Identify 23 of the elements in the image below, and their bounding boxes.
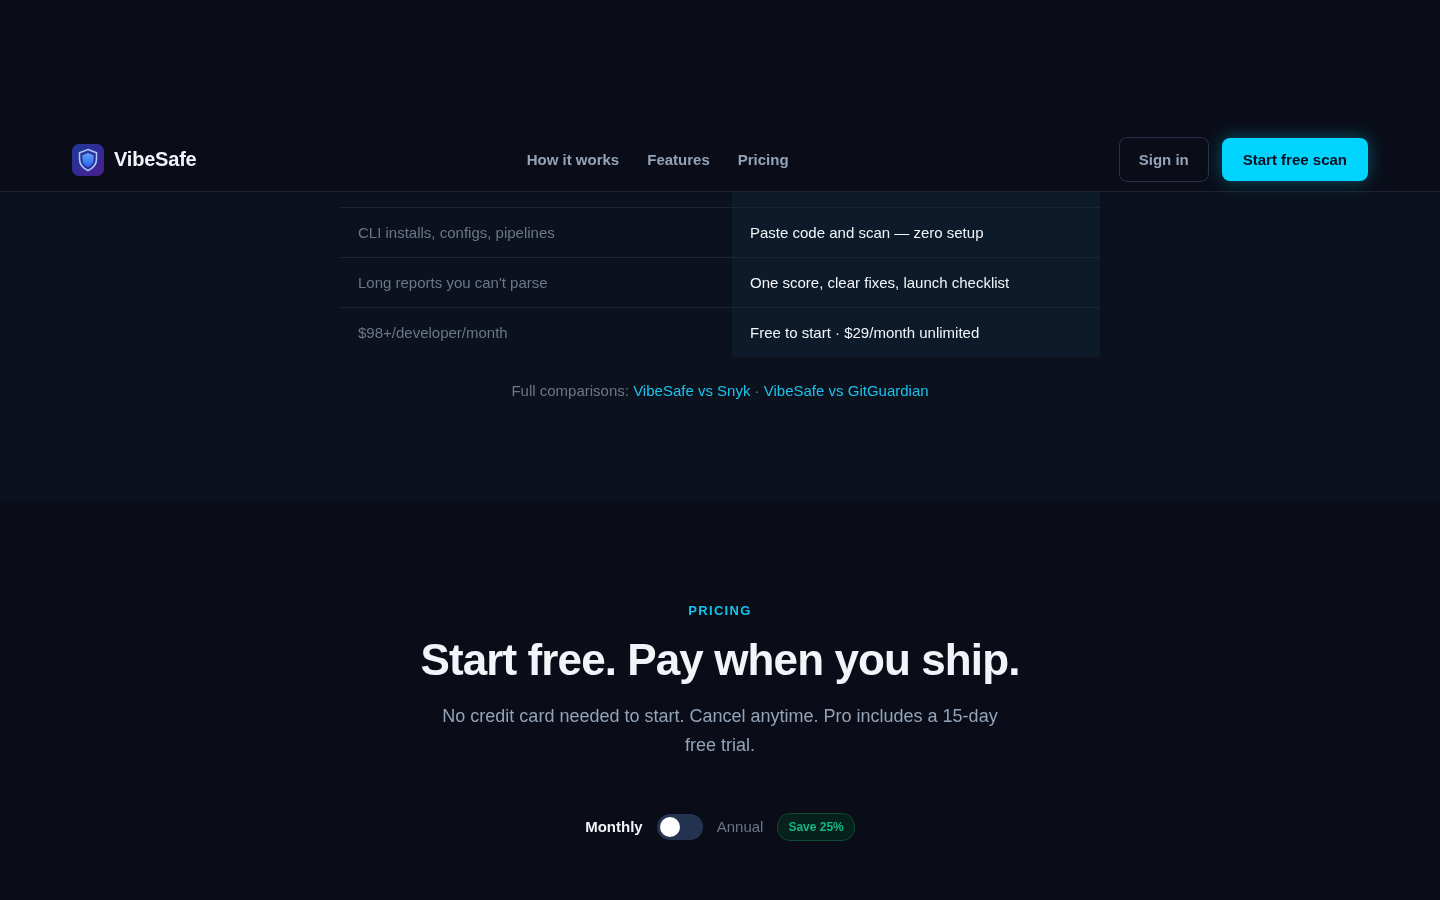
comparisons-text: Full comparisons: VibeSafe vs Snyk · VibeSafe vs GitGuardian bbox=[511, 382, 929, 399]
section-heading: Start free. Pay when you ship. bbox=[420, 634, 1020, 686]
table-cell-text: $98+/developer/month bbox=[357, 323, 509, 343]
nav-link[interactable]: Pricing bbox=[737, 151, 789, 168]
nav-link[interactable]: Features bbox=[647, 151, 710, 168]
table-cell-text: CLI installs, configs, pipelines bbox=[357, 223, 556, 243]
table-cell-text: Free to start · $29/month unlimited bbox=[749, 323, 981, 343]
comparison-link[interactable]: VibeSafe vs Snyk bbox=[633, 382, 751, 399]
table-cell-text: Paste code and scan — zero setup bbox=[749, 223, 985, 243]
savings-badge: Save 25% bbox=[777, 812, 855, 841]
annual-label: Annual bbox=[716, 818, 764, 836]
sign-in-button[interactable]: Sign in bbox=[1118, 137, 1209, 182]
start-scan-button[interactable]: Start free scan bbox=[1221, 138, 1368, 181]
billing-toggle[interactable] bbox=[656, 813, 703, 840]
table-cell-text: One score, clear fixes, launch checklist bbox=[749, 273, 1011, 293]
section-subtitle: No credit card needed to start. Cancel anytime. Pro includes a 15-day free trial. bbox=[441, 704, 999, 757]
monthly-label: Monthly bbox=[585, 818, 643, 836]
brand-name: VibeSafe bbox=[114, 148, 197, 171]
section-eyebrow: PRICING bbox=[688, 603, 752, 618]
nav-link[interactable]: How it works bbox=[526, 151, 620, 168]
comparison-link[interactable]: VibeSafe vs GitGuardian bbox=[763, 382, 929, 399]
table-cell-text: Long reports you can't parse bbox=[357, 273, 549, 293]
shield-logo-icon bbox=[72, 143, 104, 176]
